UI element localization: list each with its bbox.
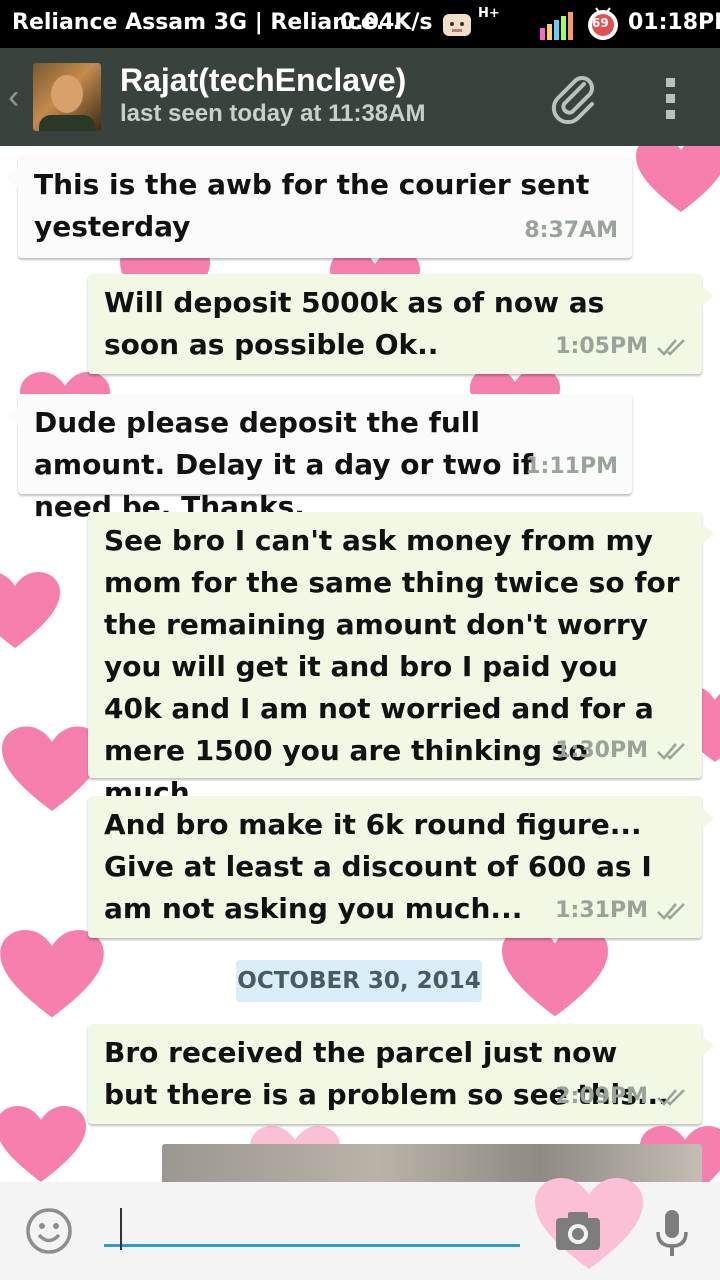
image-message-thumbnail[interactable] — [162, 1144, 702, 1182]
paperclip-icon[interactable] — [546, 70, 602, 126]
message-bubble-outgoing[interactable]: Bro received the parcel just now but the… — [88, 1024, 714, 1124]
message-time: 2:09PM — [555, 1084, 648, 1109]
overflow-menu-icon[interactable] — [650, 70, 706, 126]
message-time: 1:05PM — [555, 334, 648, 359]
avatar[interactable] — [33, 63, 101, 131]
heart-wallpaper-icon — [502, 926, 608, 1017]
heart-wallpaper-icon — [636, 146, 720, 212]
message-input-bar — [0, 1178, 720, 1280]
battery-icon: 69 — [584, 4, 622, 40]
date-separator: OCTOBER 30, 2014 — [236, 960, 482, 1002]
double-check-icon — [657, 743, 685, 760]
message-bubble-outgoing[interactable]: And bro make it 6k round figure... Give … — [88, 796, 714, 938]
smiley-icon[interactable] — [24, 1206, 74, 1256]
heart-wallpaper-icon — [2, 726, 102, 811]
message-time: 8:37AM — [524, 218, 618, 243]
message-bubble-outgoing[interactable]: Will deposit 5000k as of now as soon as … — [88, 274, 714, 374]
clock: 01:18PM — [628, 10, 720, 35]
chat-header[interactable]: ‹ Rajat(techEnclave) last seen today at … — [0, 48, 720, 146]
message-list[interactable]: This is the awb for the courier sent yes… — [0, 146, 720, 1182]
message-time: 1:31PM — [555, 898, 648, 923]
message-time: 1:30PM — [555, 738, 648, 763]
microphone-icon[interactable] — [654, 1208, 690, 1260]
double-check-icon — [657, 903, 685, 920]
last-seen-status: last seen today at 11:38AM — [120, 100, 426, 127]
message-time: 1:11PM — [525, 454, 618, 479]
message-input[interactable] — [104, 1198, 520, 1250]
app-notification-icon — [440, 8, 474, 40]
heart-wallpaper-icon — [0, 572, 60, 648]
double-check-icon — [657, 339, 685, 356]
heart-wallpaper-icon — [0, 930, 104, 1018]
chevron-left-icon[interactable]: ‹ — [8, 78, 19, 117]
status-bar: Reliance Assam 3G | Reliance... 0.04K/s … — [0, 0, 720, 48]
network-speed: 0.04K/s — [340, 10, 433, 35]
text-cursor — [120, 1208, 122, 1250]
battery-level: 69 — [592, 16, 609, 30]
heart-wallpaper-icon — [0, 1106, 86, 1182]
message-bubble-incoming[interactable]: Dude please deposit the full amount. Del… — [6, 394, 632, 523]
contact-name[interactable]: Rajat(techEnclave) — [120, 62, 406, 99]
message-bubble-outgoing[interactable]: See bro I can't ask money from my mom fo… — [88, 512, 714, 809]
double-check-icon — [657, 1089, 685, 1106]
wifi-signal-icon — [540, 8, 575, 40]
network-type-label: H+ — [478, 6, 500, 21]
camera-icon[interactable] — [554, 1210, 602, 1252]
message-bubble-incoming[interactable]: This is the awb for the courier sent yes… — [6, 156, 632, 258]
